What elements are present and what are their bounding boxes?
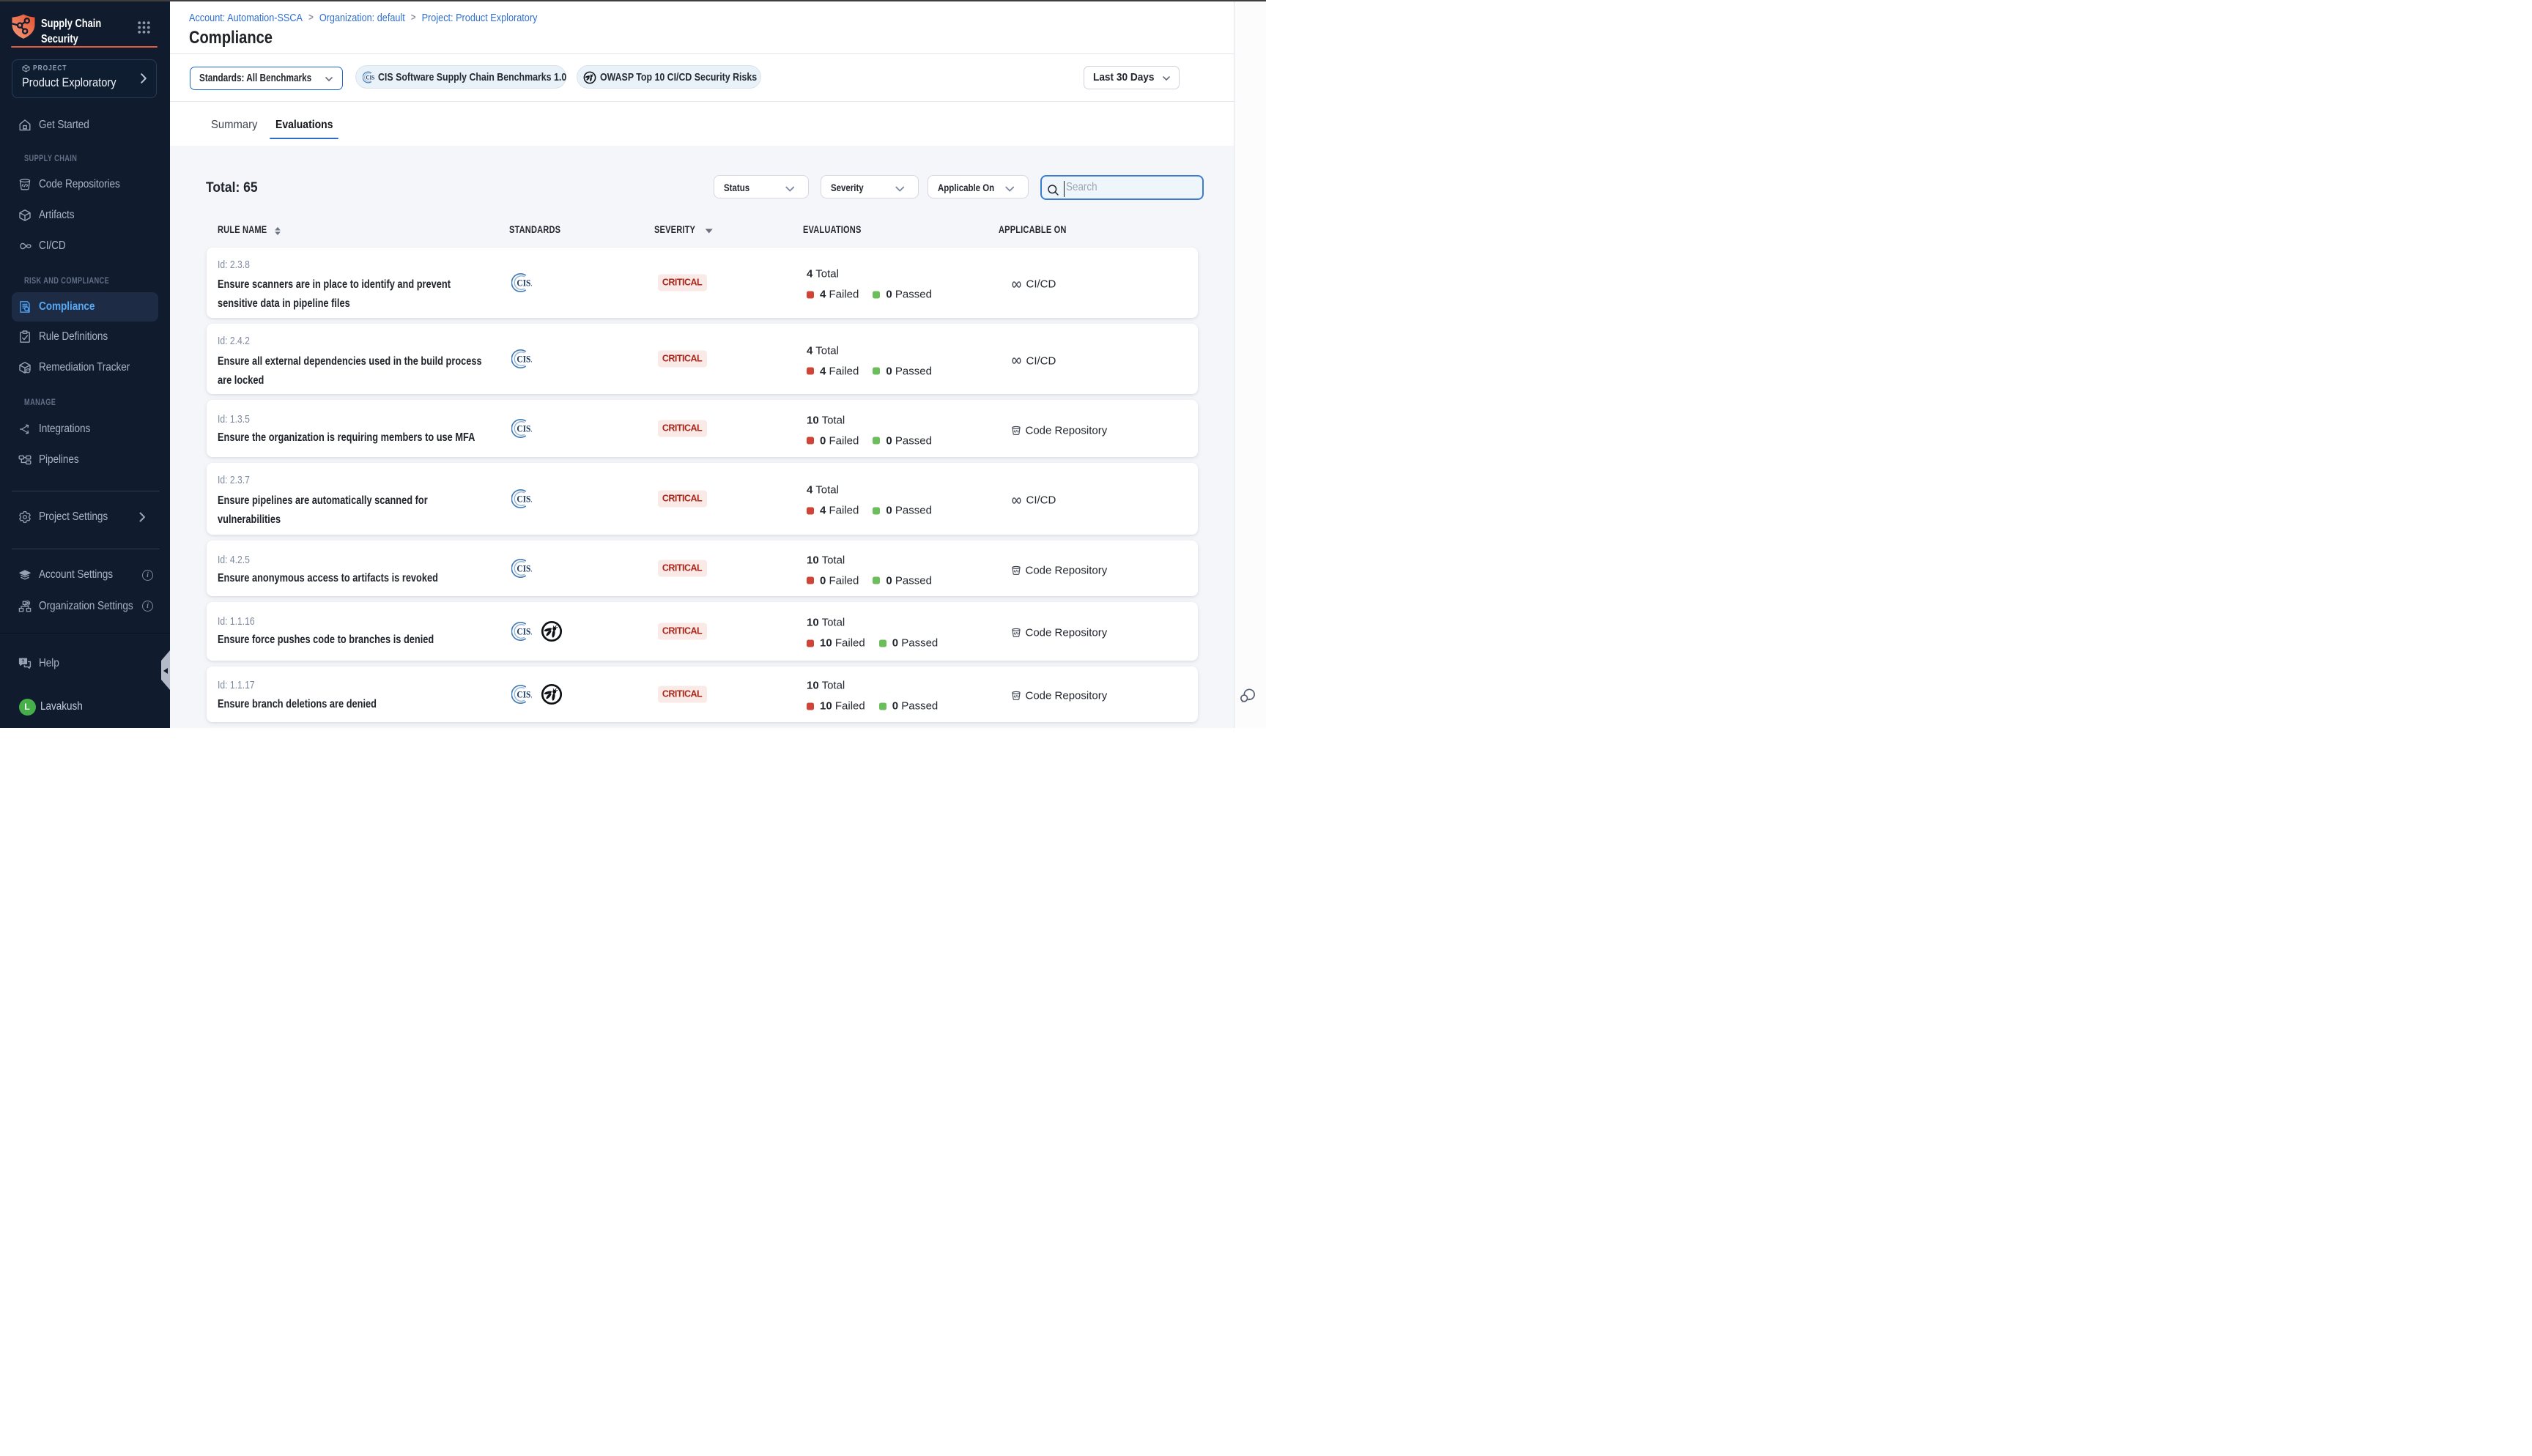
svg-text:?: ? <box>21 658 24 664</box>
svg-text:CIS: CIS <box>517 277 530 288</box>
svg-text:CIS: CIS <box>517 493 530 504</box>
svg-text:CIS: CIS <box>366 74 374 81</box>
svg-text:CIS: CIS <box>517 563 530 574</box>
svg-text:CIS: CIS <box>517 688 530 699</box>
svg-text:CIS: CIS <box>517 354 530 365</box>
svg-text:CIS: CIS <box>517 423 530 434</box>
svg-text:CIS: CIS <box>517 625 530 636</box>
